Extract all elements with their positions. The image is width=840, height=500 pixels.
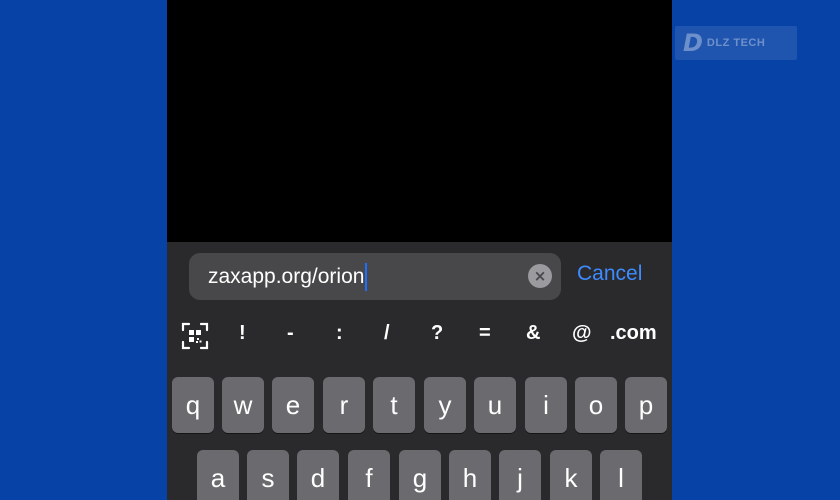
url-input[interactable]: zaxapp.org/orion (189, 253, 561, 300)
key-i[interactable]: i (525, 377, 567, 433)
watermark-logo: D (683, 29, 703, 57)
shortcut-exclaim[interactable]: ! (239, 322, 246, 345)
key-p[interactable]: p (625, 377, 667, 433)
phone-screen: zaxapp.org/orion × Cancel ! - : / ? = & … (167, 0, 672, 500)
shortcut-colon[interactable]: : (336, 322, 343, 345)
key-j[interactable]: j (499, 450, 541, 500)
text-caret (365, 262, 368, 291)
url-text: zaxapp.org/orion (208, 264, 365, 288)
key-e[interactable]: e (272, 377, 314, 433)
shortcut-ampersand[interactable]: & (526, 322, 540, 345)
shortcut-slash[interactable]: / (384, 322, 390, 345)
clear-icon: × (533, 267, 547, 285)
key-q[interactable]: q (172, 377, 214, 433)
shortcut-equals[interactable]: = (479, 322, 491, 345)
shortcut-question[interactable]: ? (431, 322, 443, 345)
key-f[interactable]: f (348, 450, 390, 500)
shortcut-row: ! - : / ? = & @ .com (167, 306, 672, 364)
watermark-text: DLZ TECH (706, 37, 766, 49)
key-l[interactable]: l (600, 450, 642, 500)
key-r[interactable]: r (323, 377, 365, 433)
keyboard: ! - : / ? = & @ .com q w e r t y u i o p… (167, 306, 672, 500)
key-w[interactable]: w (222, 377, 264, 433)
watermark: D DLZ TECH (675, 26, 797, 60)
key-a[interactable]: a (197, 450, 239, 500)
key-o[interactable]: o (575, 377, 617, 433)
key-k[interactable]: k (550, 450, 592, 500)
address-bar: zaxapp.org/orion × Cancel (167, 242, 672, 306)
key-g[interactable]: g (399, 450, 441, 500)
shortcut-dotcom[interactable]: .com (610, 322, 657, 345)
clear-text-button[interactable]: × (528, 264, 552, 288)
key-h[interactable]: h (449, 450, 491, 500)
shortcut-dash[interactable]: - (287, 322, 294, 345)
shortcut-at[interactable]: @ (572, 322, 592, 345)
key-t[interactable]: t (373, 377, 415, 433)
key-d[interactable]: d (297, 450, 339, 500)
key-u[interactable]: u (474, 377, 516, 433)
key-s[interactable]: s (247, 450, 289, 500)
qr-scan-icon[interactable] (181, 322, 209, 350)
key-y[interactable]: y (424, 377, 466, 433)
cancel-button[interactable]: Cancel (577, 262, 642, 286)
